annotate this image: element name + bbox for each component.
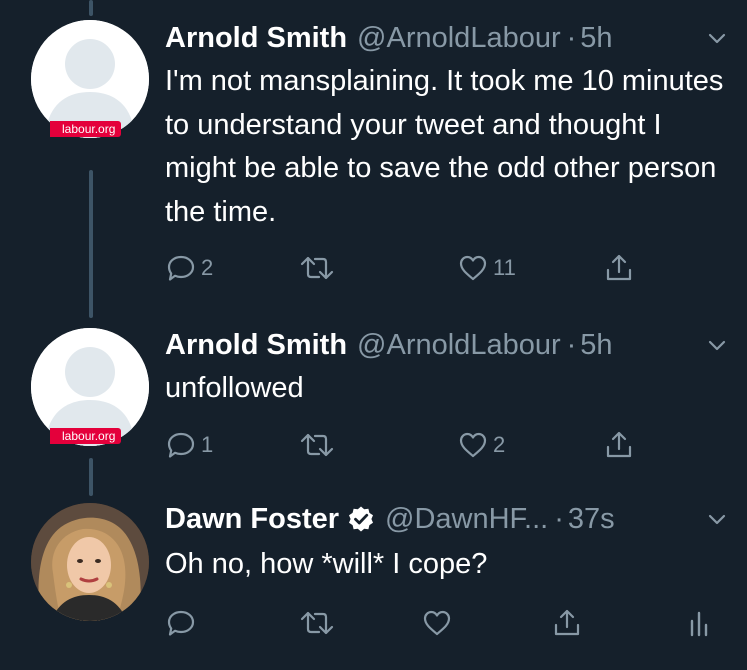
tweet-header: Arnold Smith @ArnoldLabour · 5h	[165, 18, 729, 58]
retweet-icon	[300, 611, 334, 635]
tweet[interactable]: Dawn Foster @DawnHF... · 37s Oh no, how …	[0, 488, 747, 670]
reply-icon	[167, 432, 195, 458]
tweet-text: Oh no, how *will* I cope?	[165, 548, 488, 580]
reply-button[interactable]: 1	[165, 425, 213, 465]
like-count: 11	[493, 255, 516, 280]
heart-icon	[459, 255, 487, 281]
labour-badge: labour.org	[50, 428, 122, 444]
like-count: 2	[493, 432, 506, 457]
share-button[interactable]	[551, 603, 583, 643]
chevron-down-icon[interactable]	[705, 507, 729, 531]
chevron-down-icon[interactable]	[705, 26, 729, 50]
like-button[interactable]	[421, 603, 453, 643]
share-icon	[606, 431, 632, 458]
reply-icon	[167, 255, 195, 281]
retweet-button[interactable]	[299, 248, 335, 288]
tweet[interactable]: labour.org Arnold Smith @ArnoldLabour · …	[0, 310, 747, 488]
display-name[interactable]: Arnold Smith	[165, 22, 347, 55]
display-name[interactable]: Dawn Foster	[165, 503, 339, 536]
retweet-icon	[300, 256, 334, 280]
heart-icon	[459, 432, 487, 458]
timestamp[interactable]: 5h	[580, 22, 612, 55]
tweet-header: Dawn Foster @DawnHF... · 37s	[165, 499, 729, 539]
like-button[interactable]: 2	[457, 425, 505, 465]
verified-badge-icon	[349, 506, 374, 532]
labour-badge: labour.org	[50, 121, 122, 137]
analytics-icon	[690, 611, 708, 637]
analytics-button[interactable]	[683, 603, 715, 643]
share-icon	[554, 609, 580, 636]
retweet-icon	[300, 433, 334, 457]
user-handle[interactable]: @ArnoldLabour	[357, 22, 561, 55]
tweet-actions: 1 2	[165, 425, 725, 465]
reply-button[interactable]: 2	[165, 248, 213, 288]
reply-count: 2	[201, 255, 214, 280]
share-button[interactable]	[603, 248, 635, 288]
reply-icon	[167, 610, 195, 636]
separator-dot: ·	[566, 328, 577, 361]
timestamp[interactable]: 5h	[580, 329, 612, 362]
tweet-header: Arnold Smith @ArnoldLabour · 5h	[165, 325, 729, 365]
user-handle[interactable]: @DawnHF...	[385, 503, 548, 536]
share-icon	[606, 254, 632, 281]
share-button[interactable]	[603, 425, 635, 465]
retweet-button[interactable]	[299, 425, 335, 465]
tweet[interactable]: labour.org Arnold Smith @ArnoldLabour · …	[0, 0, 747, 310]
like-button[interactable]: 11	[457, 248, 516, 288]
tweet-actions: 2 11	[165, 248, 725, 288]
tweet-actions	[165, 603, 725, 643]
reply-button[interactable]	[165, 603, 201, 643]
timestamp[interactable]: 37s	[568, 503, 615, 536]
chevron-down-icon[interactable]	[705, 333, 729, 357]
tweet-text: I'm not mansplaining. It took me 10 minu…	[165, 65, 724, 228]
separator-dot: ·	[554, 502, 564, 535]
separator-dot: ·	[566, 21, 577, 54]
retweet-button[interactable]	[299, 603, 335, 643]
heart-icon	[423, 610, 451, 636]
display-name[interactable]: Arnold Smith	[165, 329, 347, 362]
avatar[interactable]	[31, 503, 149, 621]
reply-count: 1	[201, 432, 214, 457]
user-handle[interactable]: @ArnoldLabour	[357, 329, 561, 362]
tweet-text: unfollowed	[165, 372, 304, 404]
conversation-thread: labour.org Arnold Smith @ArnoldLabour · …	[0, 0, 747, 670]
